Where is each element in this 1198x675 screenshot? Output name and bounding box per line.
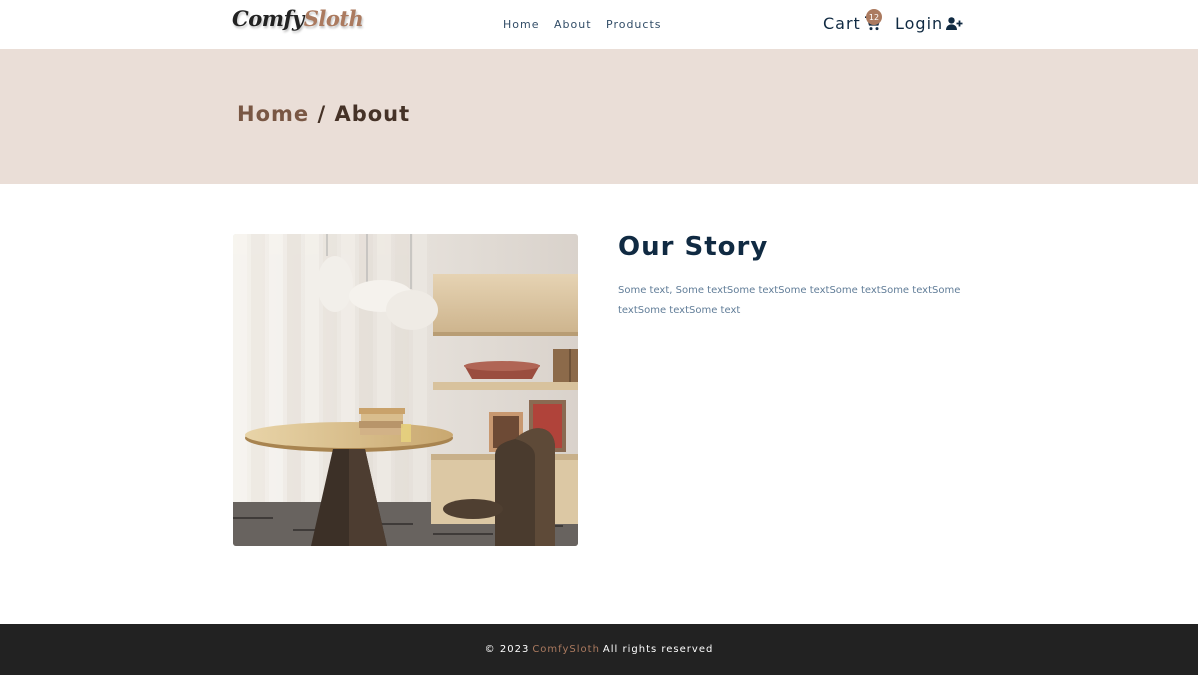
dining-room-illustration <box>233 234 578 546</box>
cart-count-badge: 12 <box>866 9 882 25</box>
breadcrumb-separator: / <box>309 102 335 126</box>
breadcrumb: Home / About <box>237 102 410 126</box>
logo-part-1: Comfy <box>232 6 304 31</box>
about-image <box>233 234 578 546</box>
login-label: Login <box>895 14 944 33</box>
main-nav: Home About Products <box>503 18 662 31</box>
footer: © 2023 ComfySloth All rights reserved <box>0 624 1198 675</box>
footer-copyright: © 2023 <box>484 644 530 655</box>
story-text: Some text, Some textSome textSome textSo… <box>618 285 961 316</box>
cart-label: Cart <box>823 14 861 33</box>
login-button[interactable]: Login <box>895 14 963 33</box>
brand-logo[interactable]: ComfySloth <box>232 6 364 31</box>
nav-link-home[interactable]: Home <box>503 18 554 31</box>
nav-link-about[interactable]: About <box>554 18 606 31</box>
add-user-icon <box>946 17 963 30</box>
page-hero <box>0 49 1198 184</box>
navbar: ComfySloth Home About Products Cart 12 L… <box>0 0 1198 49</box>
breadcrumb-current: About <box>334 102 411 126</box>
footer-rights: All rights reserved <box>602 644 714 655</box>
nav-link-products[interactable]: Products <box>606 18 662 31</box>
footer-brand: ComfySloth <box>532 644 600 655</box>
story-title: Our Story <box>618 232 769 262</box>
breadcrumb-home-link[interactable]: Home <box>237 102 309 126</box>
logo-part-2: Sloth <box>303 6 364 31</box>
